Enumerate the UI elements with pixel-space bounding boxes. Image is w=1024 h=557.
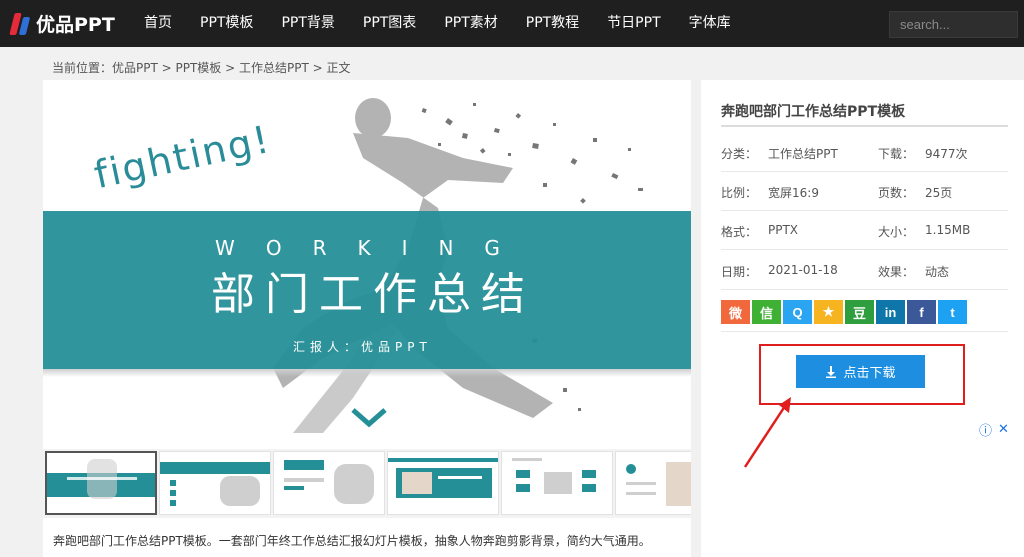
banner-shadow (43, 369, 691, 377)
nav-item-holiday-ppt[interactable]: 节日PPT (593, 0, 674, 47)
info-label: 分类： (721, 147, 758, 161)
main-nav: 首页 PPT模板 PPT背景 PPT图表 PPT素材 PPT教程 节日PPT 字… (130, 0, 745, 47)
share-buttons: 微信 Q ★ 豆 in f t (721, 300, 967, 324)
logo-text: 优品PPT (36, 14, 115, 36)
search-input[interactable] (889, 11, 1018, 38)
nav-item-ppt-charts[interactable]: PPT图表 (349, 0, 430, 47)
info-row-format: 格式： PPTX 大小： 1.15MB (721, 211, 1008, 250)
facebook-icon[interactable]: f (907, 300, 936, 324)
ad-controls: ⓘ ✕ (979, 420, 1009, 439)
site-logo[interactable]: 优品PPT (9, 10, 115, 37)
thumbnail-5[interactable] (501, 451, 613, 515)
qzone-icon[interactable]: ★ (814, 300, 843, 324)
thumbnail-4[interactable] (387, 451, 499, 515)
ad-info-icon[interactable]: ⓘ (979, 420, 992, 439)
slide-title: 部门工作总结 (211, 269, 535, 320)
top-nav-bar: 优品PPT 首页 PPT模板 PPT背景 PPT图表 PPT素材 PPT教程 节… (0, 0, 1024, 47)
info-row-category: 分类： 工作总结PPT 下载： 9477次 (721, 133, 1008, 172)
info-label: 下载： (878, 147, 915, 161)
qq-icon[interactable]: Q (783, 300, 812, 324)
info-row-date: 日期： 2021-01-18 效果： 动态 (721, 251, 1008, 290)
nav-item-home[interactable]: 首页 (130, 0, 186, 47)
download-button-label: 点击下载 (843, 365, 896, 380)
info-value-date: 2021-01-18 (768, 263, 838, 277)
preview-panel: fighting! WORKING 部门工作总结 汇报人：优品PPT 奔跑吧部门… (43, 80, 691, 557)
info-value-size: 1.15MB (925, 223, 971, 237)
thumbnail-strip (43, 449, 691, 518)
slide-preview[interactable]: fighting! WORKING 部门工作总结 汇报人：优品PPT (43, 80, 691, 447)
info-label: 比例： (721, 186, 758, 200)
download-button[interactable]: 点击下载 (796, 355, 925, 388)
nav-item-fonts[interactable]: 字体库 (675, 0, 745, 47)
info-value-ratio: 宽屏16:9 (768, 186, 819, 200)
logo-icon (9, 11, 32, 37)
info-label: 大小： (878, 225, 915, 239)
info-value-pages: 25页 (925, 186, 953, 200)
info-sidebar: 奔跑吧部门工作总结PPT模板 分类： 工作总结PPT 下载： 9477次 比例：… (701, 80, 1024, 557)
thumbnail-3[interactable] (273, 451, 385, 515)
ad-close-icon[interactable]: ✕ (998, 422, 1009, 437)
thumbnail-6[interactable] (615, 451, 691, 515)
red-arrow-annotation (743, 397, 791, 468)
slide-presenter: 汇报人：优品PPT (293, 340, 432, 354)
info-value-downloads: 9477次 (925, 147, 968, 161)
info-label: 格式： (721, 225, 758, 239)
template-title: 奔跑吧部门工作总结PPT模板 (721, 104, 906, 120)
thumbnail-2[interactable] (159, 451, 271, 515)
title-divider (721, 125, 1008, 127)
download-icon (826, 365, 837, 378)
info-value-effect: 动态 (925, 265, 950, 279)
thumbnail-1[interactable] (45, 451, 157, 515)
info-label: 效果： (878, 265, 915, 279)
nav-item-ppt-templates[interactable]: PPT模板 (186, 0, 267, 47)
nav-item-ppt-backgrounds[interactable]: PPT背景 (267, 0, 348, 47)
linkedin-icon[interactable]: in (876, 300, 905, 324)
chevron-down-icon (351, 408, 387, 428)
wechat-icon[interactable]: 信 (752, 300, 781, 324)
info-row-ratio: 比例： 宽屏16:9 页数： 25页 (721, 172, 1008, 211)
share-divider (721, 331, 1008, 332)
weibo-icon[interactable]: 微 (721, 300, 750, 324)
info-label: 页数： (878, 186, 915, 200)
info-label: 日期： (721, 265, 758, 279)
douban-icon[interactable]: 豆 (845, 300, 874, 324)
twitter-icon[interactable]: t (938, 300, 967, 324)
nav-item-ppt-materials[interactable]: PPT素材 (430, 0, 511, 47)
breadcrumb: 当前位置：优品PPT > PPT模板 > 工作总结PPT > 正文 (52, 61, 351, 75)
info-value-category[interactable]: 工作总结PPT (768, 145, 838, 162)
slide-spaced-text: WORKING (215, 236, 531, 260)
info-value-format: PPTX (768, 223, 799, 237)
template-description: 奔跑吧部门工作总结PPT模板。一套部门年终工作总结汇报幻灯片模板，抽象人物奔跑剪… (53, 534, 651, 548)
nav-item-ppt-tutorials[interactable]: PPT教程 (512, 0, 593, 47)
